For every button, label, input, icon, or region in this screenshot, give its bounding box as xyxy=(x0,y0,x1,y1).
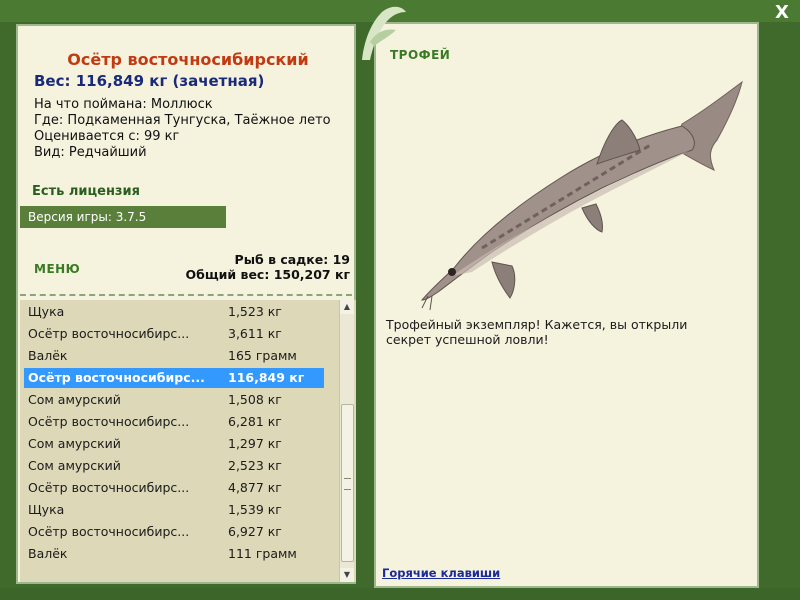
rarity-info: Вид: Редчайший xyxy=(34,145,147,160)
list-item[interactable]: Осётр восточносибирс... 6,927 кг xyxy=(24,522,324,542)
list-item-weight: 6,927 кг xyxy=(228,524,282,539)
list-item-name: Щука xyxy=(28,502,65,517)
dashed-divider xyxy=(20,294,352,296)
window-bottom-frame xyxy=(0,588,800,600)
list-item[interactable]: Валёк 165 грамм xyxy=(24,346,324,366)
hotkeys-link[interactable]: Горячие клавиши xyxy=(382,566,500,580)
scroll-thumb[interactable] xyxy=(341,404,354,562)
menu-button[interactable]: МЕНЮ xyxy=(34,262,80,276)
location-info: Где: Подкаменная Тунгуска, Таёжное лето xyxy=(34,113,331,128)
list-item[interactable]: Сом амурский 1,297 кг xyxy=(24,434,324,454)
fish-count: Рыб в садке: 19 xyxy=(234,252,350,267)
trophy-panel: ТРОФЕЙ Трофейный экземпляр! Кажется, вы … xyxy=(374,22,759,588)
scroll-up-icon[interactable]: ▲ xyxy=(340,300,354,314)
trophy-message: Трофейный экземпляр! Кажется, вы открыли… xyxy=(386,317,688,347)
list-item[interactable]: Сом амурский 2,523 кг xyxy=(24,456,324,476)
list-item-selected[interactable]: Осётр восточносибирс... 116,849 кг xyxy=(24,368,324,388)
list-item-name: Осётр восточносибирс... xyxy=(28,480,190,495)
fish-weight: Вес: 116,849 кг (зачетная) xyxy=(34,72,265,90)
list-item-weight: 111 грамм xyxy=(228,546,297,561)
list-item[interactable]: Щука 1,539 кг xyxy=(24,500,324,520)
list-item-name: Осётр восточносибирс... xyxy=(28,524,190,539)
list-item-weight: 2,523 кг xyxy=(228,458,282,473)
list-item-weight: 6,281 кг xyxy=(228,414,282,429)
list-item[interactable]: Осётр восточносибирс... 6,281 кг xyxy=(24,412,324,432)
scroll-down-icon[interactable]: ▼ xyxy=(340,568,354,582)
list-item[interactable]: Сом амурский 1,508 кг xyxy=(24,390,324,410)
list-item-name: Осётр восточносибирс... xyxy=(28,326,190,341)
list-item-name: Валёк xyxy=(28,546,68,561)
list-item-name: Осётр восточносибирс... xyxy=(28,414,190,429)
list-item-name: Осётр восточносибирс... xyxy=(28,370,205,385)
list-item-name: Сом амурский xyxy=(28,392,121,407)
list-item-weight: 1,297 кг xyxy=(228,436,282,451)
bait-info: На что поймана: Моллюск xyxy=(34,97,213,112)
grip-icon xyxy=(344,478,351,490)
list-item-weight: 116,849 кг xyxy=(228,370,305,385)
fish-list[interactable]: Щука 1,523 кг Осётр восточносибирс... 3,61… xyxy=(20,300,356,582)
list-item-name: Сом амурский xyxy=(28,458,121,473)
list-item-name: Валёк xyxy=(28,348,68,363)
fish-name-title: Осётр восточносибирский xyxy=(67,50,309,69)
list-item-weight: 1,539 кг xyxy=(228,502,282,517)
list-item[interactable]: Щука 1,523 кг xyxy=(24,302,324,322)
list-item-name: Сом амурский xyxy=(28,436,121,451)
list-item-name: Щука xyxy=(28,304,65,319)
list-scrollbar[interactable]: ▲ ▼ xyxy=(339,300,354,582)
keepnet-stats: Рыб в садке: 19 Общий вес: 150,207 кг xyxy=(186,252,351,282)
list-item-weight: 4,877 кг xyxy=(228,480,282,495)
close-icon[interactable]: X xyxy=(772,4,792,24)
license-status: Есть лицензия xyxy=(32,184,140,199)
list-item-weight: 165 грамм xyxy=(228,348,297,363)
leaf-logo-icon xyxy=(362,6,406,61)
list-item[interactable]: Осётр восточносибирс... 4,877 кг xyxy=(24,478,324,498)
sturgeon-image xyxy=(420,80,743,311)
list-item-weight: 1,508 кг xyxy=(228,392,282,407)
valued-from-info: Оценивается с: 99 кг xyxy=(34,129,180,144)
list-item[interactable]: Осётр восточносибирс... 3,611 кг xyxy=(24,324,324,344)
list-item[interactable]: Валёк 111 грамм xyxy=(24,544,324,564)
list-item-weight: 1,523 кг xyxy=(228,304,282,319)
total-weight: Общий вес: 150,207 кг xyxy=(185,267,351,282)
catch-details-panel: Осётр восточносибирский Вес: 116,849 кг … xyxy=(16,24,356,584)
game-version-bar: Версия игры: 3.7.5 xyxy=(20,206,226,228)
list-item-weight: 3,611 кг xyxy=(228,326,282,341)
